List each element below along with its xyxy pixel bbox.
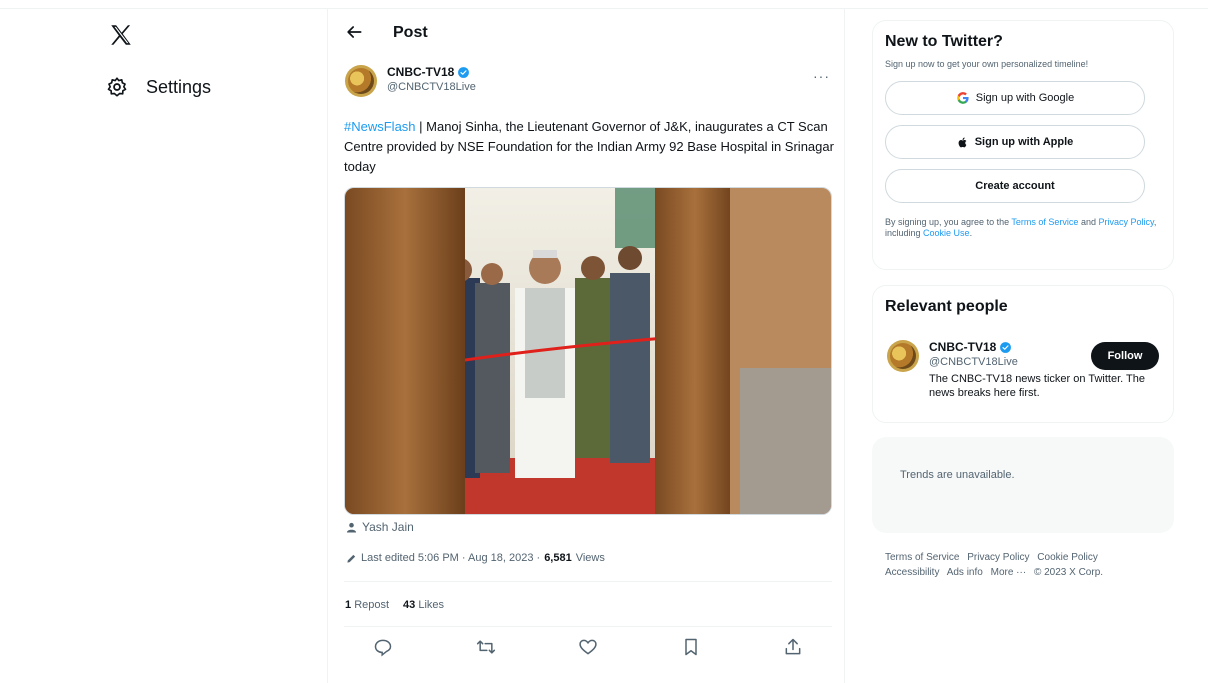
footer-copyright: © 2023 X Corp. [1033,567,1104,578]
tweet-photo[interactable] [344,187,832,515]
settings-label: Settings [146,76,212,97]
person-icon [346,522,357,533]
signup-legal: By signing up, you agree to the Terms of… [885,217,1157,238]
page-title: Post [393,24,428,41]
divider [344,626,832,627]
trends-unavailable-text: Trends are unavailable. [900,469,1015,481]
gear-icon [107,77,127,97]
google-icon [956,92,969,104]
bookmark-icon[interactable] [681,637,701,657]
person-name[interactable]: CNBC-TV18 [929,340,996,354]
relevant-people-title: Relevant people [885,298,1008,315]
likes-stat[interactable]: 43 Likes [403,599,444,611]
author-name[interactable]: CNBC-TV18 [387,65,454,79]
verified-badge-icon [458,66,470,78]
footer-ads-info-link[interactable]: Ads info [947,567,983,578]
tweet-actions [373,637,803,657]
apple-signup-button[interactable]: Sign up with Apple [885,125,1145,159]
footer-cookie-link[interactable]: Cookie Policy [1037,552,1098,563]
apple-signup-label: Sign up with Apple [974,136,1074,148]
tweet-author[interactable]: CNBC-TV18 @CNBCTV18Live [345,65,476,97]
footer-accessibility-link[interactable]: Accessibility [885,567,939,578]
pencil-icon [347,554,356,563]
hashtag-link[interactable]: #NewsFlash [344,119,416,134]
follow-button[interactable]: Follow [1091,342,1159,370]
signup-title: New to Twitter? [885,33,1003,50]
media-credit[interactable]: Yash Jain [346,520,414,534]
like-heart-icon[interactable] [578,637,598,657]
share-icon[interactable] [783,637,803,657]
tweet-body: | Manoj Sinha, the Lieutenant Governor o… [344,119,834,174]
x-logo-icon[interactable] [108,22,134,48]
signup-subtitle: Sign up now to get your own personalized… [885,59,1089,69]
views-label: Views [575,552,605,564]
terms-link[interactable]: Terms of Service [1011,217,1078,227]
footer-privacy-link[interactable]: Privacy Policy [967,552,1029,563]
author-handle[interactable]: @CNBCTV18Live [387,81,476,93]
media-credit-name: Yash Jain [362,520,414,534]
tweet-stats: 1 Repost 43 Likes [345,599,444,611]
post-header: Post [328,9,844,59]
google-signup-label: Sign up with Google [975,92,1075,104]
reply-icon[interactable] [373,637,393,657]
footer-more-link[interactable]: More ··· [991,567,1027,578]
more-options-icon[interactable]: ··· [813,68,830,84]
back-arrow-icon[interactable] [344,22,364,42]
create-account-button[interactable]: Create account [885,169,1145,203]
tweet-text: #NewsFlash | Manoj Sinha, the Lieutenant… [344,117,834,177]
ceremony-photo [345,188,831,514]
main-column: Post CNBC-TV18 @CNBCTV18Live ··· #NewsFl… [327,9,845,683]
views-count: 6,581 [544,552,572,564]
divider [344,581,832,582]
privacy-link[interactable]: Privacy Policy [1098,217,1153,227]
apple-icon [958,137,967,147]
edited-timestamp: Last edited 5:06 PM · Aug 18, 2023 · [361,552,541,564]
create-account-label: Create account [975,180,1055,192]
edited-info[interactable]: Last edited 5:06 PM · Aug 18, 2023 · 6,5… [346,552,605,564]
reposts-stat[interactable]: 1 Repost [345,599,389,611]
trends-card: Trends are unavailable. [872,437,1174,533]
person-bio: The CNBC-TV18 news ticker on Twitter. Th… [929,373,1146,399]
footer-terms-link[interactable]: Terms of Service [885,552,959,563]
relevant-people-card: Relevant people CNBC-TV18 @CNBCTV18Live … [872,285,1174,423]
google-signup-button[interactable]: Sign up with Google [885,81,1145,115]
cookie-use-link[interactable]: Cookie Use [923,228,970,238]
avatar[interactable] [887,340,919,372]
footer-links: Terms of Service Privacy Policy Cookie P… [885,550,1165,580]
verified-badge-icon [1000,341,1012,353]
repost-icon[interactable] [476,637,496,657]
settings-link[interactable]: Settings [106,76,211,98]
signup-card: New to Twitter? Sign up now to get your … [872,20,1174,270]
avatar[interactable] [345,65,377,97]
